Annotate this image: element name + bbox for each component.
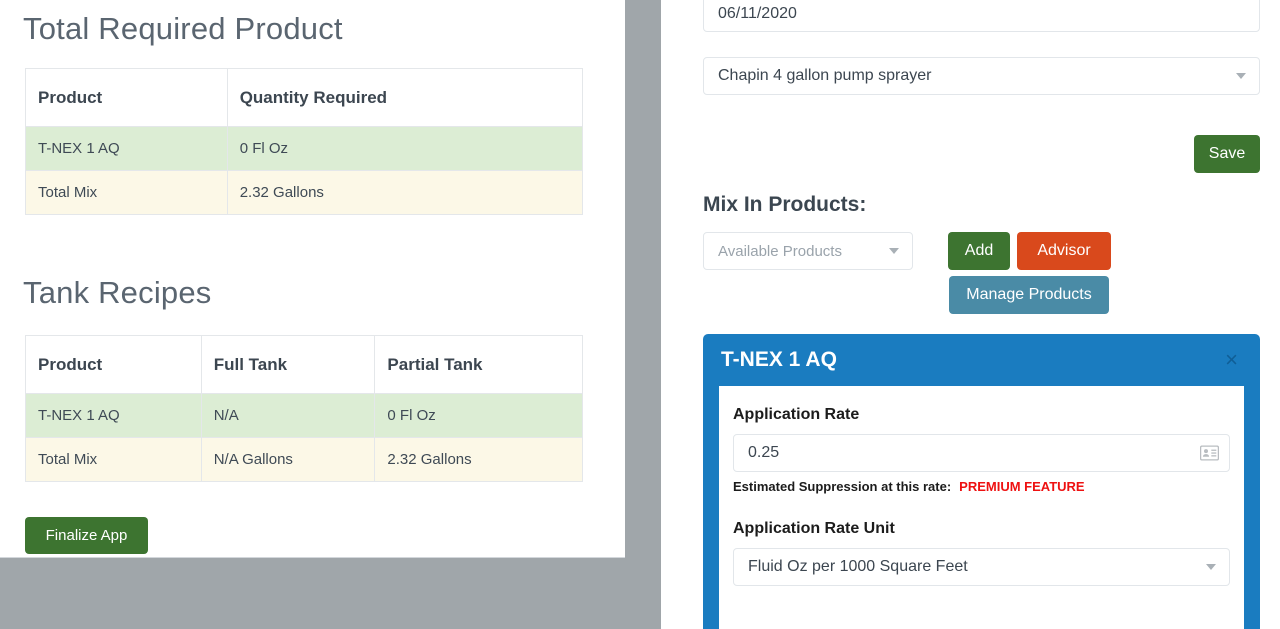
chevron-down-icon — [1206, 564, 1216, 570]
total-required-product-table: Product Quantity Required T-NEX 1 AQ 0 F… — [25, 68, 584, 215]
advisor-button[interactable]: Advisor — [1017, 232, 1111, 270]
estimated-suppression-label: Estimated Suppression at this rate: — [733, 479, 952, 494]
application-rate-value: 0.25 — [748, 444, 780, 461]
mix-action-buttons-row: Add Advisor — [948, 232, 1111, 270]
product-detail-title: T-NEX 1 AQ — [721, 348, 837, 371]
column-header-product: Product — [25, 68, 228, 127]
cell-partial-tank: 2.32 Gallons — [374, 437, 583, 482]
background-gutter-bottom — [0, 558, 661, 629]
cell-full-tank: N/A — [200, 393, 376, 438]
sprayer-select-value: Chapin 4 gallon pump sprayer — [718, 67, 932, 84]
manage-products-button[interactable]: Manage Products — [949, 276, 1109, 314]
cell-partial-tank: 0 Fl Oz — [374, 393, 583, 438]
column-header-quantity-required: Quantity Required — [226, 68, 584, 127]
product-detail-header: T-NEX 1 AQ × — [703, 334, 1260, 386]
manage-products-row: Manage Products — [949, 276, 1109, 314]
cell-product: Total Mix — [25, 170, 228, 215]
tank-recipes-table: Product Full Tank Partial Tank T-NEX 1 A… — [25, 335, 583, 482]
add-product-button[interactable]: Add — [948, 232, 1010, 270]
column-header-partial-tank: Partial Tank — [374, 335, 583, 394]
sprayer-select[interactable]: Chapin 4 gallon pump sprayer — [703, 57, 1260, 95]
estimated-suppression-row: Estimated Suppression at this rate: PREM… — [733, 479, 1230, 494]
chevron-down-icon — [889, 248, 899, 254]
cell-quantity: 0 Fl Oz — [226, 126, 584, 171]
application-rate-label: Application Rate — [733, 406, 860, 423]
application-date-input[interactable]: 06/11/2020 — [703, 0, 1260, 32]
cell-full-tank: N/A Gallons — [200, 437, 376, 482]
mix-in-products-label: Mix In Products: — [703, 193, 867, 216]
application-date-value: 06/11/2020 — [718, 5, 797, 22]
application-rate-unit-select[interactable]: Fluid Oz per 1000 Square Feet — [733, 548, 1230, 586]
table-row: Total Mix 2.32 Gallons — [25, 170, 584, 215]
application-rate-unit-label: Application Rate Unit — [733, 520, 895, 537]
cell-product: T-NEX 1 AQ — [25, 393, 202, 438]
finalize-app-button[interactable]: Finalize App — [25, 517, 148, 554]
column-header-product: Product — [25, 335, 202, 394]
application-rate-unit-value: Fluid Oz per 1000 Square Feet — [748, 558, 968, 575]
product-detail-panel: T-NEX 1 AQ × Application Rate 0.25 Estim… — [703, 334, 1260, 629]
right-form-panel: 06/11/2020 Chapin 4 gallon pump sprayer … — [661, 0, 1280, 629]
table-row: T-NEX 1 AQ 0 Fl Oz — [25, 126, 584, 171]
cell-quantity: 2.32 Gallons — [226, 170, 584, 215]
product-detail-body: Application Rate 0.25 Estimated Suppress… — [719, 386, 1244, 629]
available-products-select[interactable]: Available Products — [703, 232, 913, 270]
application-rate-input[interactable]: 0.25 — [733, 434, 1230, 472]
cell-product: T-NEX 1 AQ — [25, 126, 228, 171]
tank-recipes-heading: Tank Recipes — [23, 275, 212, 310]
background-gutter-vertical — [625, 0, 661, 629]
left-results-panel: Total Required Product Product Quantity … — [0, 0, 625, 557]
table-header-row: Product Quantity Required — [25, 68, 584, 127]
close-icon[interactable]: × — [1221, 347, 1242, 373]
table-row: Total Mix N/A Gallons 2.32 Gallons — [25, 437, 583, 482]
table-header-row: Product Full Tank Partial Tank — [25, 335, 583, 394]
total-required-product-heading: Total Required Product — [23, 11, 343, 46]
chevron-down-icon — [1236, 73, 1246, 79]
estimated-suppression-value: PREMIUM FEATURE — [959, 479, 1085, 494]
save-button[interactable]: Save — [1194, 135, 1260, 173]
app-root: Total Required Product Product Quantity … — [0, 0, 1280, 629]
column-header-full-tank: Full Tank — [200, 335, 376, 394]
cell-product: Total Mix — [25, 437, 202, 482]
contact-card-icon[interactable] — [1199, 445, 1220, 461]
available-products-placeholder: Available Products — [718, 242, 842, 260]
table-row: T-NEX 1 AQ N/A 0 Fl Oz — [25, 393, 583, 438]
